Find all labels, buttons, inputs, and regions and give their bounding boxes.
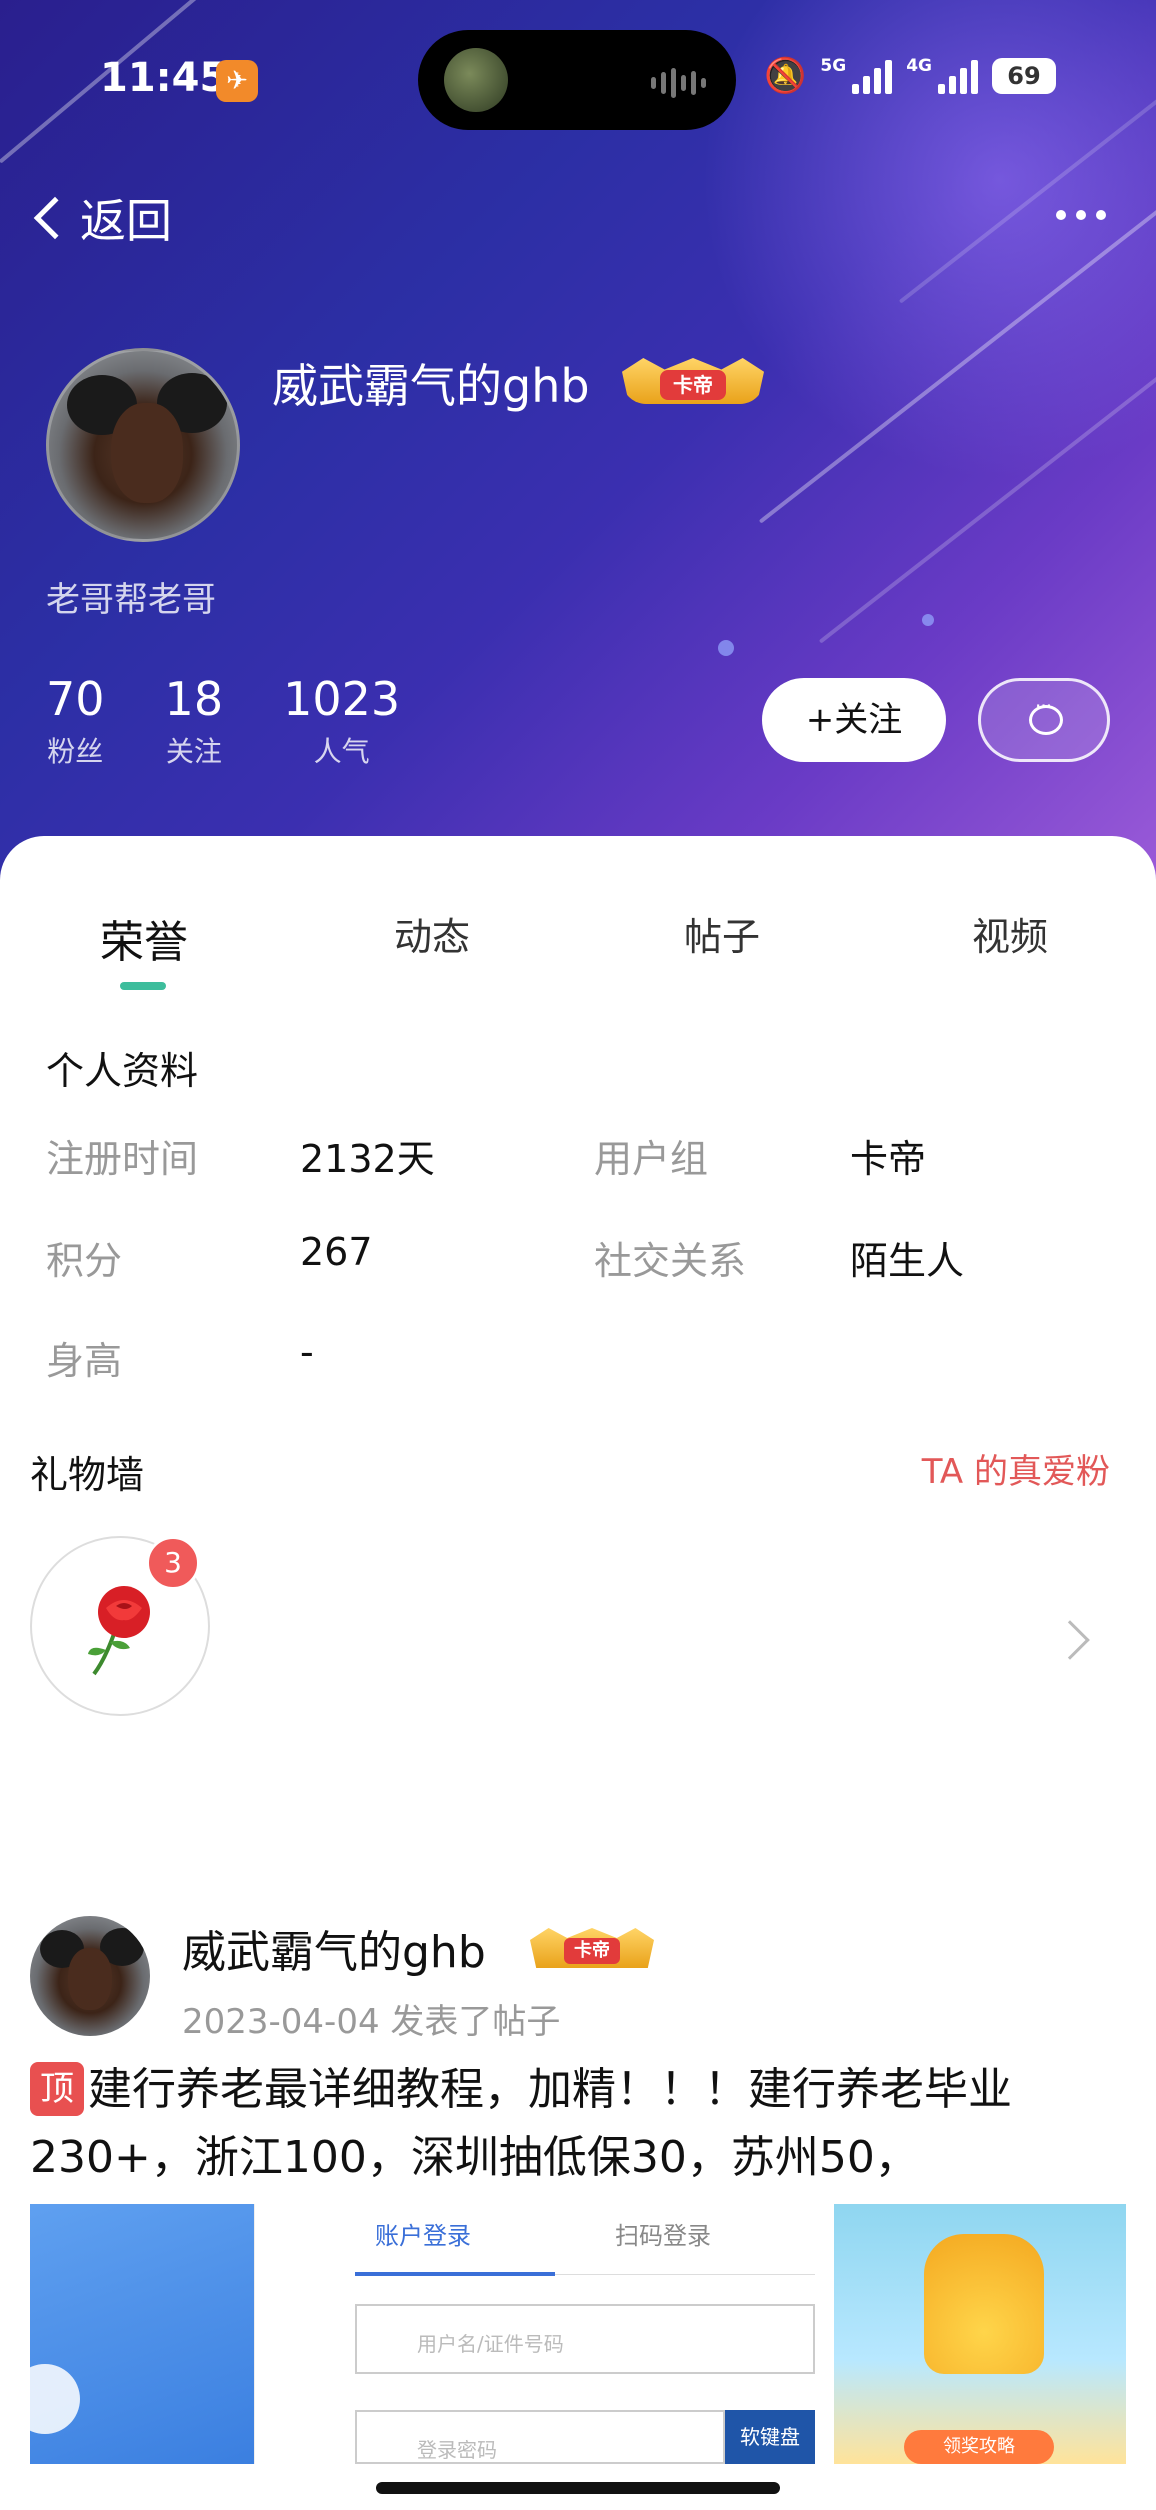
app-badge-icon: ✈ xyxy=(216,60,258,102)
network-4g-label: 4G xyxy=(906,56,932,76)
info-label-register-time: 注册时间 xyxy=(46,1137,199,1181)
stat-label: 关注 xyxy=(165,735,222,768)
vip-crown-badge[interactable]: 卡帝 xyxy=(622,358,764,404)
post-author-avatar[interactable] xyxy=(30,1916,150,2036)
post-image-row: 账户登录 扫码登录 用户名/证件号码 登录密码 软键盘 领奖攻略 xyxy=(30,2204,1126,2464)
info-value-relationship: 陌生人 xyxy=(850,1239,965,1283)
bank-logo-icon xyxy=(30,2364,80,2434)
info-value-register-time: 2132天 xyxy=(300,1137,435,1181)
info-label-height: 身高 xyxy=(46,1339,123,1383)
network-5g-label: 5G xyxy=(820,56,847,76)
back-button[interactable]: 返回 xyxy=(30,185,172,251)
gold-jar-icon xyxy=(924,2234,1044,2374)
status-time: 11:45 xyxy=(100,55,228,101)
island-thumb xyxy=(444,48,508,112)
stat-label: 人气 xyxy=(313,735,370,768)
active-tab-indicator xyxy=(120,982,166,990)
chat-bubble-icon xyxy=(1029,694,1063,735)
info-value-height: - xyxy=(300,1330,314,1374)
info-value-points: 267 xyxy=(300,1230,373,1274)
stat-popularity[interactable]: 1023 人气 xyxy=(283,672,400,770)
username: 威武霸气的ghb xyxy=(272,359,590,413)
back-label: 返回 xyxy=(80,194,172,248)
login-password-placeholder: 登录密码 xyxy=(417,2438,497,2462)
top-fans-link[interactable]: TA 的真爱粉 xyxy=(922,1444,1110,1493)
signal-5g-icon xyxy=(852,58,893,94)
message-button[interactable] xyxy=(978,678,1110,762)
soft-keyboard-button: 软键盘 xyxy=(725,2410,815,2464)
mute-bell-icon: 🔕 xyxy=(764,56,807,96)
login-password-field: 登录密码 xyxy=(355,2410,725,2464)
chevron-left-icon xyxy=(33,196,77,240)
stat-following[interactable]: 18 关注 xyxy=(165,672,224,770)
decor-dot xyxy=(718,640,734,656)
avatar-face xyxy=(68,1948,112,2010)
post-image[interactable] xyxy=(30,2204,254,2464)
avatar-face xyxy=(111,403,183,503)
post-title[interactable]: 顶建行养老最详细教程，加精！！！建行养老毕业230+，浙江100，深圳抽低保30… xyxy=(30,2056,1130,2192)
gift-count-badge: 3 xyxy=(146,1536,200,1590)
battery-icon: 69 xyxy=(992,58,1056,94)
stat-value: 70 xyxy=(46,672,105,726)
login-username-field: 用户名/证件号码 xyxy=(355,2304,815,2374)
stat-value: 1023 xyxy=(283,672,401,726)
user-bio: 老哥帮老哥 xyxy=(46,580,216,620)
post-image[interactable]: 领奖攻略 xyxy=(828,2204,1126,2464)
home-indicator[interactable] xyxy=(376,2482,780,2494)
info-value-user-group: 卡帝 xyxy=(850,1137,927,1181)
post-image[interactable]: 账户登录 扫码登录 用户名/证件号码 登录密码 软键盘 xyxy=(254,2204,828,2464)
dynamic-island[interactable] xyxy=(418,30,736,130)
profile-header: 11:45 ✈ 🔕 5G 4G 69 返回 威武霸气的ghb 卡帝 老哥帮老哥 … xyxy=(0,0,1156,880)
login-tab-indicator xyxy=(355,2272,555,2276)
stat-fans[interactable]: 70 粉丝 xyxy=(46,672,105,770)
follow-button[interactable]: +关注 xyxy=(762,678,946,762)
avatar[interactable] xyxy=(46,348,240,542)
promo-button: 领奖攻略 xyxy=(904,2430,1054,2464)
vip-label: 卡帝 xyxy=(660,370,726,400)
pinned-tag: 顶 xyxy=(30,2062,84,2116)
status-indicators: 🔕 5G 4G 69 xyxy=(764,56,1056,96)
post-title-text: 建行养老最详细教程，加精！！！建行养老毕业230+，浙江100，深圳抽低保30，… xyxy=(30,2064,1012,2183)
decor-dot xyxy=(922,614,934,626)
post-vip-crown-badge: 卡帝 xyxy=(530,1928,654,1968)
audio-wave-icon xyxy=(651,68,706,98)
tab-posts[interactable]: 帖子 xyxy=(622,906,822,961)
info-label-points: 积分 xyxy=(46,1239,123,1283)
post-meta: 2023-04-04 发表了帖子 xyxy=(182,2002,561,2042)
vip-label: 卡帝 xyxy=(564,1938,620,1964)
profile-content: 荣誉 动态 帖子 视频 个人资料 注册时间 2132天 用户组 卡帝 积分 26… xyxy=(0,836,1156,2510)
tab-bar: 荣誉 动态 帖子 视频 xyxy=(0,906,1156,1006)
login-username-placeholder: 用户名/证件号码 xyxy=(417,2332,564,2356)
chevron-right-icon[interactable] xyxy=(1050,1620,1090,1660)
tab-honor[interactable]: 荣誉 xyxy=(44,906,244,970)
stat-label: 粉丝 xyxy=(47,735,104,768)
login-tab-account: 账户登录 xyxy=(375,2222,471,2250)
stat-value: 18 xyxy=(164,672,224,726)
more-icon[interactable] xyxy=(1056,210,1106,220)
rose-icon xyxy=(88,1586,150,1676)
info-label-user-group: 用户组 xyxy=(594,1137,709,1181)
login-tab-qr: 扫码登录 xyxy=(615,2222,711,2250)
post-author-name[interactable]: 威武霸气的ghb xyxy=(182,1916,486,1980)
signal-4g-icon xyxy=(938,58,978,94)
info-label-relationship: 社交关系 xyxy=(594,1239,747,1283)
gift-wall-title: 礼物墙 xyxy=(30,1453,145,1497)
user-stats: 70 粉丝 18 关注 1023 人气 xyxy=(46,672,400,770)
tab-activity[interactable]: 动态 xyxy=(332,906,532,961)
personal-info-title: 个人资料 xyxy=(46,1049,199,1093)
tab-videos[interactable]: 视频 xyxy=(910,906,1110,961)
